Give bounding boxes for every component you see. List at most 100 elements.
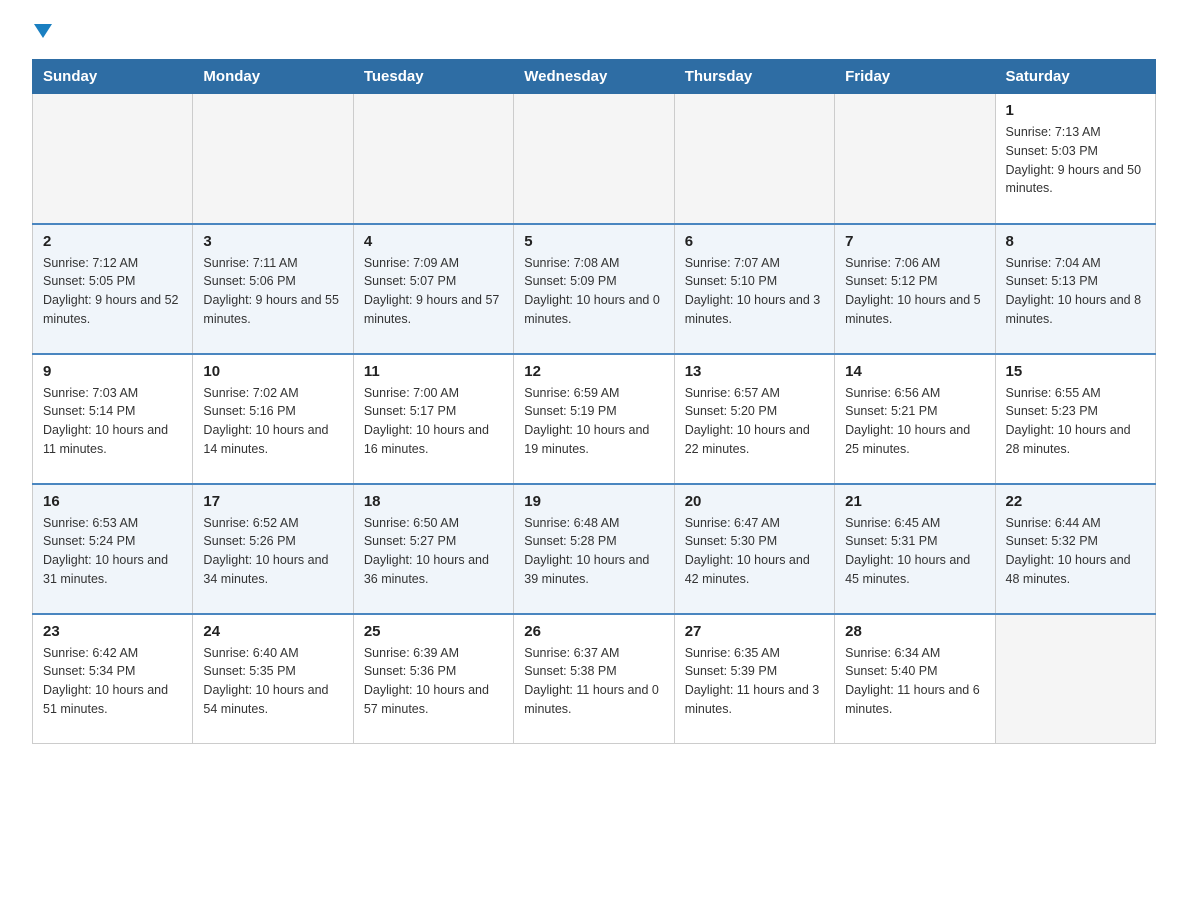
day-info: Sunrise: 6:40 AMSunset: 5:35 PMDaylight:… [203,644,342,719]
day-number: 5 [524,233,663,250]
logo-arrow-icon [34,24,52,38]
day-number: 23 [43,623,182,640]
calendar-cell: 6Sunrise: 7:07 AMSunset: 5:10 PMDaylight… [674,224,834,354]
calendar-cell: 26Sunrise: 6:37 AMSunset: 5:38 PMDayligh… [514,614,674,744]
calendar-cell: 4 Sunrise: 7:09 AMSunset: 5:07 PMDaylight… [353,224,513,354]
calendar-cell: 14 Sunrise: 6:56 AMSunset: 5:21 PMDayligh… [835,354,995,484]
calendar-cell [193,94,353,224]
day-info: Sunrise: 7:00 AMSunset: 5:17 PMDaylight:… [364,384,503,459]
calendar-day-header: Sunday [33,60,193,94]
calendar-cell: 25Sunrise: 6:39 AMSunset: 5:36 PMDayligh… [353,614,513,744]
day-info: Sunrise: 6:39 AMSunset: 5:36 PMDaylight:… [364,644,503,719]
calendar-cell: 17 Sunrise: 6:52 AMSunset: 5:26 PMDayligh… [193,484,353,614]
calendar-week-row: 2 Sunrise: 7:12 AMSunset: 5:05 PMDaylight… [33,224,1156,354]
day-number: 14 [845,363,984,380]
calendar-day-header: Monday [193,60,353,94]
calendar-cell: 12 Sunrise: 6:59 AMSunset: 5:19 PMDayligh… [514,354,674,484]
calendar-day-header: Thursday [674,60,834,94]
calendar-day-header: Tuesday [353,60,513,94]
day-info: Sunrise: 6:47 AMSunset: 5:30 PMDaylight:… [685,514,824,589]
calendar-cell: 8 Sunrise: 7:04 AMSunset: 5:13 PMDaylight… [995,224,1155,354]
calendar-cell [33,94,193,224]
day-number: 16 [43,493,182,510]
calendar-cell: 24 Sunrise: 6:40 AMSunset: 5:35 PMDayligh… [193,614,353,744]
day-info: Sunrise: 7:02 AMSunset: 5:16 PMDaylight:… [203,384,342,459]
day-info: Sunrise: 6:52 AMSunset: 5:26 PMDaylight:… [203,514,342,589]
day-number: 9 [43,363,182,380]
calendar-cell: 13 Sunrise: 6:57 AMSunset: 5:20 PMDayligh… [674,354,834,484]
day-number: 19 [524,493,663,510]
calendar-cell [674,94,834,224]
day-number: 22 [1006,493,1145,510]
calendar-body: 1 Sunrise: 7:13 AMSunset: 5:03 PMDaylight… [33,94,1156,744]
day-number: 15 [1006,363,1145,380]
day-number: 17 [203,493,342,510]
calendar-cell [835,94,995,224]
calendar-cell: 1 Sunrise: 7:13 AMSunset: 5:03 PMDaylight… [995,94,1155,224]
day-number: 13 [685,363,824,380]
day-info: Sunrise: 6:48 AMSunset: 5:28 PMDaylight:… [524,514,663,589]
calendar-cell: 2 Sunrise: 7:12 AMSunset: 5:05 PMDaylight… [33,224,193,354]
calendar-cell: 7 Sunrise: 7:06 AMSunset: 5:12 PMDaylight… [835,224,995,354]
calendar-day-header: Saturday [995,60,1155,94]
calendar-day-header: Friday [835,60,995,94]
day-number: 1 [1006,102,1145,119]
calendar-cell: 16 Sunrise: 6:53 AMSunset: 5:24 PMDayligh… [33,484,193,614]
day-info: Sunrise: 6:34 AMSunset: 5:40 PMDaylight:… [845,644,984,719]
page-header [32,24,1156,43]
calendar-cell: 11 Sunrise: 7:00 AMSunset: 5:17 PMDayligh… [353,354,513,484]
day-number: 18 [364,493,503,510]
calendar-cell: 3 Sunrise: 7:11 AMSunset: 5:06 PMDaylight… [193,224,353,354]
day-number: 3 [203,233,342,250]
day-info: Sunrise: 7:07 AMSunset: 5:10 PMDaylight:… [685,254,824,329]
day-info: Sunrise: 7:03 AMSunset: 5:14 PMDaylight:… [43,384,182,459]
day-number: 24 [203,623,342,640]
calendar-cell: 15 Sunrise: 6:55 AMSunset: 5:23 PMDayligh… [995,354,1155,484]
day-info: Sunrise: 6:56 AMSunset: 5:21 PMDaylight:… [845,384,984,459]
day-info: Sunrise: 7:11 AMSunset: 5:06 PMDaylight:… [203,254,342,329]
calendar-cell [995,614,1155,744]
calendar-header: SundayMondayTuesdayWednesdayThursdayFrid… [33,60,1156,94]
day-info: Sunrise: 7:08 AMSunset: 5:09 PMDaylight:… [524,254,663,329]
day-info: Sunrise: 6:42 AMSunset: 5:34 PMDaylight:… [43,644,182,719]
day-number: 27 [685,623,824,640]
calendar-header-row: SundayMondayTuesdayWednesdayThursdayFrid… [33,60,1156,94]
calendar-cell: 10 Sunrise: 7:02 AMSunset: 5:16 PMDayligh… [193,354,353,484]
calendar-cell: 19 Sunrise: 6:48 AMSunset: 5:28 PMDayligh… [514,484,674,614]
day-number: 8 [1006,233,1145,250]
day-number: 21 [845,493,984,510]
day-number: 2 [43,233,182,250]
day-info: Sunrise: 7:04 AMSunset: 5:13 PMDaylight:… [1006,254,1145,329]
day-number: 12 [524,363,663,380]
calendar-cell: 9 Sunrise: 7:03 AMSunset: 5:14 PMDaylight… [33,354,193,484]
calendar-cell: 5 Sunrise: 7:08 AMSunset: 5:09 PMDaylight… [514,224,674,354]
day-info: Sunrise: 6:53 AMSunset: 5:24 PMDaylight:… [43,514,182,589]
day-info: Sunrise: 6:57 AMSunset: 5:20 PMDaylight:… [685,384,824,459]
calendar-cell [514,94,674,224]
day-info: Sunrise: 6:50 AMSunset: 5:27 PMDaylight:… [364,514,503,589]
calendar-cell: 20Sunrise: 6:47 AMSunset: 5:30 PMDayligh… [674,484,834,614]
day-info: Sunrise: 7:13 AMSunset: 5:03 PMDaylight:… [1006,123,1145,198]
day-info: Sunrise: 7:12 AMSunset: 5:05 PMDaylight:… [43,254,182,329]
calendar-week-row: 16 Sunrise: 6:53 AMSunset: 5:24 PMDayligh… [33,484,1156,614]
day-info: Sunrise: 6:59 AMSunset: 5:19 PMDaylight:… [524,384,663,459]
day-info: Sunrise: 6:55 AMSunset: 5:23 PMDaylight:… [1006,384,1145,459]
day-number: 7 [845,233,984,250]
day-number: 10 [203,363,342,380]
calendar-cell: 27 Sunrise: 6:35 AMSunset: 5:39 PMDayligh… [674,614,834,744]
calendar-day-header: Wednesday [514,60,674,94]
day-number: 4 [364,233,503,250]
calendar-cell: 22 Sunrise: 6:44 AMSunset: 5:32 PMDayligh… [995,484,1155,614]
day-info: Sunrise: 6:35 AMSunset: 5:39 PMDaylight:… [685,644,824,719]
calendar-cell: 21 Sunrise: 6:45 AMSunset: 5:31 PMDayligh… [835,484,995,614]
day-number: 11 [364,363,503,380]
calendar-week-row: 9 Sunrise: 7:03 AMSunset: 5:14 PMDaylight… [33,354,1156,484]
day-info: Sunrise: 7:09 AMSunset: 5:07 PMDaylight:… [364,254,503,329]
day-info: Sunrise: 7:06 AMSunset: 5:12 PMDaylight:… [845,254,984,329]
day-info: Sunrise: 6:37 AMSunset: 5:38 PMDaylight:… [524,644,663,719]
calendar-week-row: 1 Sunrise: 7:13 AMSunset: 5:03 PMDaylight… [33,94,1156,224]
day-info: Sunrise: 6:45 AMSunset: 5:31 PMDaylight:… [845,514,984,589]
calendar-cell: 23 Sunrise: 6:42 AMSunset: 5:34 PMDayligh… [33,614,193,744]
day-info: Sunrise: 6:44 AMSunset: 5:32 PMDaylight:… [1006,514,1145,589]
calendar-cell [353,94,513,224]
